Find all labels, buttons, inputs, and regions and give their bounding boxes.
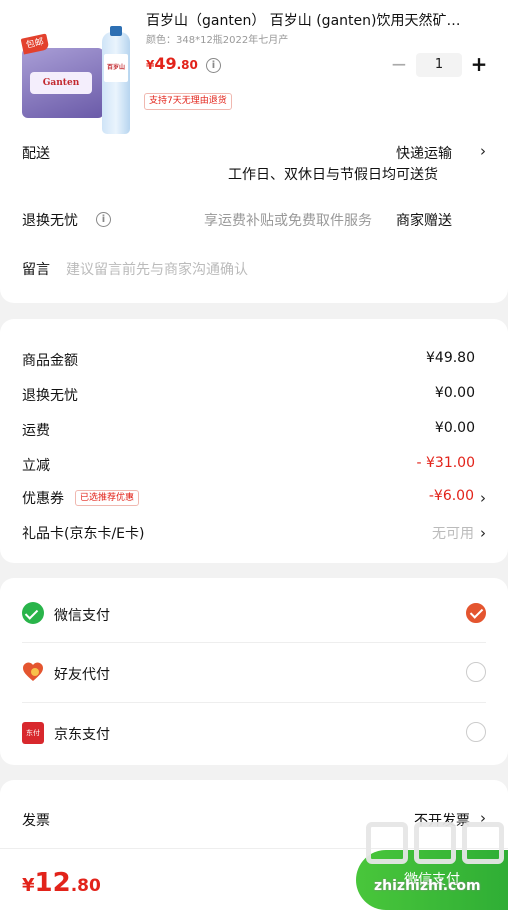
quantity-input[interactable]: 1	[416, 53, 462, 77]
summary-value: ¥49.80	[426, 350, 475, 366]
bottle-label: 百岁山	[104, 54, 128, 82]
discount-value: - ¥31.00	[416, 455, 476, 471]
summary-row: 运费 ¥0.00	[0, 420, 508, 442]
product-spec: 颜色：348*12瓶2022年七月产	[146, 35, 289, 46]
chevron-right-icon[interactable]: ›	[480, 143, 490, 159]
info-icon[interactable]: i	[206, 58, 221, 73]
pack-label: Ganten	[30, 72, 92, 94]
coupon-badge: 已选推荐优惠	[75, 490, 140, 506]
watermark-glyph	[366, 822, 408, 864]
return-policy-badge: 支持7天无理由退货	[144, 93, 232, 110]
summary-label: 运费	[22, 423, 50, 439]
jd-pay-icon: 东付	[22, 722, 44, 744]
remark-label: 留言	[22, 262, 50, 278]
summary-label: 立减	[22, 458, 50, 474]
payment-label: 好友代付	[54, 667, 110, 683]
product-thumbnail[interactable]: Ganten 百岁山 包邮	[20, 22, 130, 134]
price-dec: .80	[176, 58, 198, 72]
delivery-label: 配送	[22, 146, 50, 162]
payment-option-wechat[interactable]: 微信支付	[0, 582, 508, 642]
water-bottle-image: 百岁山	[102, 26, 130, 134]
summary-row: 立减 - ¥31.00	[0, 455, 508, 477]
total-dec: .80	[70, 876, 101, 896]
invoice-label: 发票	[22, 813, 50, 829]
watermark-glyph	[414, 822, 456, 864]
summary-label: 退换无忧	[22, 388, 78, 404]
price-int: 49	[154, 54, 177, 73]
summary-row: 退换无忧 ¥0.00	[0, 385, 508, 407]
gift-card-row[interactable]: 礼品卡(京东卡/E卡) 无可用 ›	[0, 523, 508, 545]
radio-unchecked-icon[interactable]	[466, 662, 486, 682]
summary-label: 优惠券	[22, 491, 64, 507]
delivery-note: 工作日、双休日与节假日均可送货	[228, 167, 438, 183]
total-symbol: ¥	[22, 875, 35, 896]
price-summary-card: 商品金额 ¥49.80 退换无忧 ¥0.00 运费 ¥0.00 立减 - ¥31…	[0, 319, 508, 563]
payment-label: 微信支付	[54, 608, 110, 624]
returns-value: 商家赠送	[396, 213, 452, 229]
water-pack-image: Ganten	[22, 48, 104, 118]
summary-value: ¥0.00	[434, 420, 475, 436]
summary-label: 商品金额	[22, 353, 78, 369]
gift-card-value: 无可用	[432, 526, 474, 542]
order-item-card: Ganten 百岁山 包邮 百岁山（ganten） 百岁山 (ganten)饮用…	[0, 0, 508, 303]
summary-label: 礼品卡(京东卡/E卡)	[22, 526, 145, 542]
payment-option-friend[interactable]: 好友代付	[0, 642, 508, 702]
info-icon[interactable]: i	[96, 212, 111, 227]
returns-label: 退换无忧	[22, 213, 78, 229]
bottle-cap	[110, 26, 122, 36]
product-title[interactable]: 百岁山（ganten） 百岁山 (ganten)饮用天然矿…	[146, 10, 496, 30]
payment-option-jd[interactable]: 东付 京东支付	[0, 702, 508, 762]
summary-value: ¥0.00	[434, 385, 475, 401]
radio-unchecked-icon[interactable]	[466, 722, 486, 742]
watermark-text: zhizhizhi.com	[374, 878, 481, 894]
watermark: zhizhizhi.com	[366, 822, 508, 910]
heart-icon	[23, 662, 43, 681]
radio-checked-icon[interactable]	[466, 603, 486, 623]
returns-description: 享运费补贴或免费取件服务	[204, 213, 372, 229]
product-price: ¥49.80	[146, 54, 198, 73]
summary-row: 商品金额 ¥49.80	[0, 350, 508, 372]
watermark-glyph	[462, 822, 504, 864]
payment-method-card: 微信支付 好友代付 东付 京东支付	[0, 578, 508, 765]
coupon-row[interactable]: 优惠券 已选推荐优惠 -¥6.00 ›	[0, 488, 508, 510]
total-int: 12	[34, 868, 71, 898]
quantity-minus-button[interactable]: −	[388, 54, 410, 76]
delivery-method[interactable]: 快递运输	[396, 143, 452, 163]
payment-label: 京东支付	[54, 727, 110, 743]
total-price: ¥12.80	[22, 868, 101, 898]
chevron-right-icon[interactable]: ›	[480, 490, 490, 506]
chevron-right-icon[interactable]: ›	[480, 525, 490, 541]
quantity-plus-button[interactable]: +	[468, 54, 490, 76]
remark-input[interactable]: 建议留言前先与商家沟通确认	[66, 259, 248, 279]
coupon-value: -¥6.00	[428, 488, 474, 504]
wechat-pay-icon	[22, 602, 44, 624]
